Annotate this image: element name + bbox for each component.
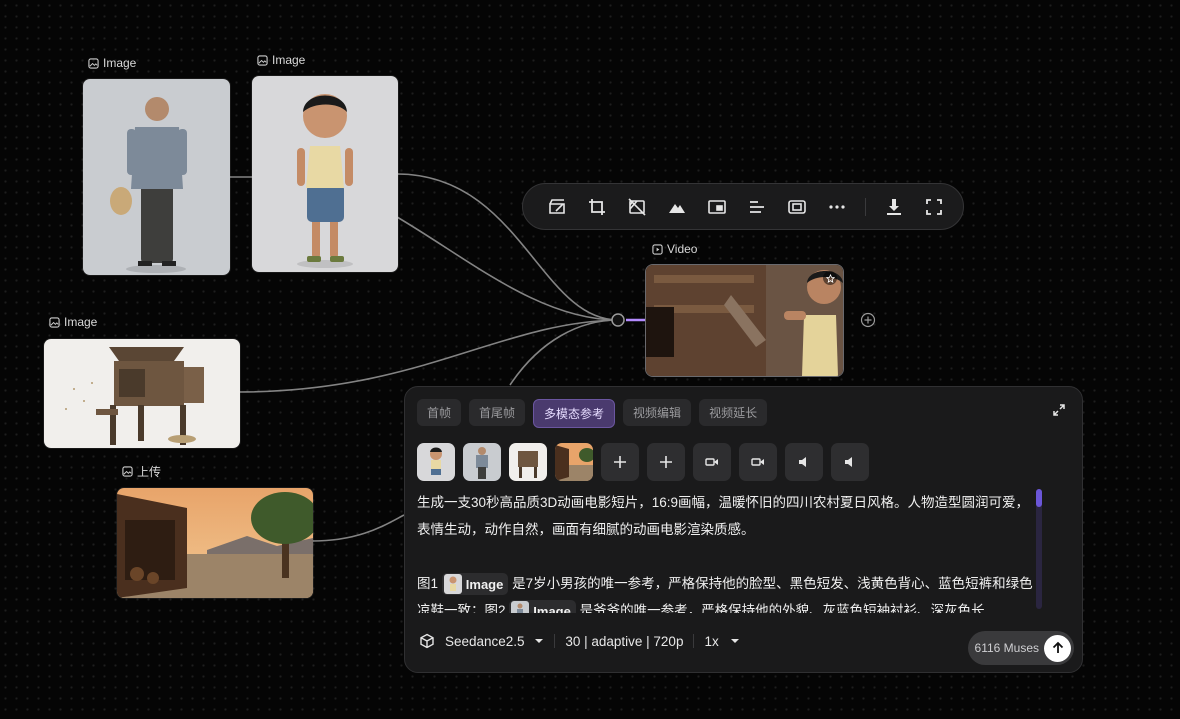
prompt-input[interactable]: 生成一支30秒高品质3D动画电影短片，16:9画幅，温暖怀旧的四川农村夏日风格。… [417, 489, 1033, 613]
send-icon-wrap [1044, 634, 1071, 662]
cube-icon [420, 633, 434, 649]
prompt-scrollbar[interactable] [1036, 489, 1042, 609]
grandfather-chip-thumbnail [511, 601, 530, 613]
add-video-button[interactable] [693, 443, 731, 481]
tab-first-frame[interactable]: 首帧 [417, 399, 462, 426]
footer-divider [554, 634, 556, 648]
landscape-button[interactable] [657, 187, 697, 227]
add-audio-button[interactable] [785, 443, 823, 481]
star-icon [825, 273, 835, 283]
align-button[interactable] [737, 187, 777, 227]
image-node-grandfather[interactable] [82, 78, 231, 276]
upload-node-courtyard[interactable] [116, 487, 314, 599]
add-node-icon[interactable] [860, 312, 876, 328]
remove-background-button[interactable] [617, 187, 657, 227]
reference-list [417, 443, 869, 481]
download-button[interactable] [874, 187, 914, 227]
edit-button[interactable] [537, 187, 577, 227]
upload-node-label: 上传 [122, 463, 161, 480]
image-node-thresher[interactable] [43, 338, 241, 449]
reference-thumb-courtyard[interactable] [555, 443, 593, 481]
prompt-paragraph: 图1 Image 是7岁小男孩的唯一参考，严格保持他的脸型、黑色短发、浅黄色背心… [417, 570, 1033, 613]
thresher-thumbnail [509, 443, 547, 481]
image-reference-chip[interactable]: Image [441, 573, 509, 596]
more-button[interactable] [817, 187, 857, 227]
image-icon [88, 57, 99, 69]
chevron-down-icon [731, 638, 740, 643]
crop-button[interactable] [577, 187, 617, 227]
grandfather-image [83, 79, 230, 275]
add-video-button[interactable] [739, 443, 777, 481]
edit-icon [549, 198, 565, 214]
tab-multimodal-reference[interactable]: 多模态参考 [533, 399, 616, 428]
align-icon [750, 200, 764, 213]
thresher-image [44, 339, 240, 448]
image-toolbar [522, 183, 964, 230]
fullscreen-icon [926, 198, 942, 215]
mode-tabs: 首帧 首尾帧 多模态参考 视频编辑 视频延长 [417, 399, 768, 428]
model-selector[interactable]: Seedance2.5 [445, 634, 544, 649]
plus-icon [660, 456, 672, 468]
prompt-panel: 首帧 首尾帧 多模态参考 视频编辑 视频延长 生成一支30秒高品质3D动画电影短… [404, 386, 1083, 673]
boy-thumbnail [417, 443, 455, 481]
prompt-paragraph: 生成一支30秒高品质3D动画电影短片，16:9画幅，温暖怀旧的四川农村夏日风格。… [417, 495, 1030, 537]
reference-thumb-grandfather[interactable] [463, 443, 501, 481]
boy-image [252, 76, 398, 272]
video-frame-image [646, 265, 843, 376]
image-reference-chip[interactable]: Image [509, 600, 576, 613]
video-camera-icon [705, 458, 718, 466]
download-icon [887, 198, 901, 215]
picture-in-picture-button[interactable] [697, 187, 737, 227]
landscape-icon [669, 203, 685, 213]
image-node-label: Image [88, 56, 136, 70]
credits-label: 6116 Muses [974, 641, 1039, 655]
tab-video-extend[interactable]: 视频延长 [699, 399, 768, 426]
courtyard-image [117, 488, 313, 598]
crop-icon [589, 198, 605, 215]
video-node[interactable] [645, 264, 844, 377]
add-image-button[interactable] [647, 443, 685, 481]
speaker-icon [799, 457, 806, 467]
video-icon [652, 243, 663, 255]
expand-icon[interactable] [1052, 403, 1066, 417]
courtyard-thumbnail [555, 443, 593, 481]
reference-thumb-thresher[interactable] [509, 443, 547, 481]
tab-video-edit[interactable]: 视频编辑 [623, 399, 692, 426]
picture-in-picture-icon [708, 199, 726, 214]
scrollbar-thumb[interactable] [1036, 489, 1042, 507]
remove-background-icon [628, 197, 646, 216]
screen-button[interactable] [777, 187, 817, 227]
image-icon [49, 316, 60, 328]
chevron-down-icon [535, 638, 544, 643]
video-camera-icon [751, 458, 764, 466]
video-settings-selector[interactable]: 30 | adaptive | 720p [565, 634, 683, 649]
image-icon [257, 54, 268, 66]
speaker-icon [845, 457, 852, 467]
image-node-label: Image [49, 315, 97, 329]
generation-settings: Seedance2.5 30 | adaptive | 720p 1x [419, 633, 740, 649]
fullscreen-button[interactable] [914, 187, 954, 227]
video-node-label: Video [652, 242, 697, 256]
tab-first-last-frame[interactable]: 首尾帧 [469, 399, 526, 426]
image-node-label: Image [257, 53, 305, 67]
image-node-boy[interactable] [251, 75, 399, 273]
arrow-up-icon [1052, 641, 1063, 653]
grandfather-thumbnail [463, 443, 501, 481]
footer-divider [693, 634, 695, 648]
boy-chip-thumbnail [443, 574, 462, 595]
reference-thumb-boy[interactable] [417, 443, 455, 481]
plus-icon [614, 456, 626, 468]
screen-icon [788, 199, 806, 214]
add-image-button[interactable] [601, 443, 639, 481]
generate-button[interactable]: 6116 Muses [968, 631, 1074, 665]
star-button[interactable] [823, 271, 837, 285]
toolbar-divider [865, 197, 866, 216]
image-icon [122, 466, 133, 477]
add-audio-button[interactable] [831, 443, 869, 481]
more-icon [829, 204, 845, 209]
quantity-selector[interactable]: 1x [704, 634, 740, 649]
